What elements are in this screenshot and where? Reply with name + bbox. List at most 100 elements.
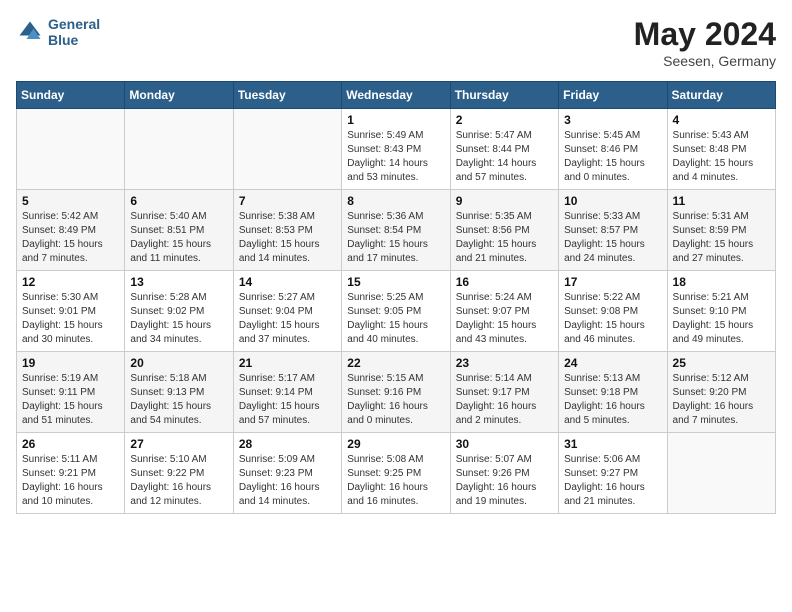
calendar-cell: 14 Sunrise: 5:27 AM Sunset: 9:04 PM Dayli… bbox=[233, 271, 341, 352]
day-number: 12 bbox=[22, 275, 119, 289]
calendar-table: SundayMondayTuesdayWednesdayThursdayFrid… bbox=[16, 81, 776, 514]
logo-icon bbox=[16, 18, 44, 46]
day-info: Sunrise: 5:18 AM Sunset: 9:13 PM Dayligh… bbox=[130, 372, 227, 428]
calendar-cell: 5Sunrise: 5:42 AM Sunset: 8:49 PM Daylig… bbox=[17, 190, 125, 271]
day-number: 27 bbox=[130, 437, 227, 451]
calendar-week-3: 12 Sunrise: 5:30 AM Sunset: 9:01 PM Dayli… bbox=[17, 271, 776, 352]
day-info: Sunrise: 5:09 AM Sunset: 9:23 PM Dayligh… bbox=[239, 453, 336, 509]
calendar-cell: 22 Sunrise: 5:15 AM Sunset: 9:16 PM Dayli… bbox=[342, 352, 450, 433]
calendar-cell: 16 Sunrise: 5:24 AM Sunset: 9:07 PM Dayli… bbox=[450, 271, 558, 352]
calendar-cell: 4 Sunrise: 5:43 AM Sunset: 8:48 PM Daylig… bbox=[667, 109, 775, 190]
day-number: 8 bbox=[347, 194, 444, 208]
calendar-cell: 6 Sunrise: 5:40 AM Sunset: 8:51 PM Daylig… bbox=[125, 190, 233, 271]
day-number: 15 bbox=[347, 275, 444, 289]
day-info: Sunrise: 5:33 AM Sunset: 8:57 PM Dayligh… bbox=[564, 210, 661, 266]
day-info: Sunrise: 5:14 AM Sunset: 9:17 PM Dayligh… bbox=[456, 372, 553, 428]
weekday-header-tuesday: Tuesday bbox=[233, 82, 341, 109]
day-number: 9 bbox=[456, 194, 553, 208]
calendar-cell: 13Sunrise: 5:28 AM Sunset: 9:02 PM Dayli… bbox=[125, 271, 233, 352]
calendar-cell: 31Sunrise: 5:06 AM Sunset: 9:27 PM Dayli… bbox=[559, 433, 667, 514]
day-number: 28 bbox=[239, 437, 336, 451]
day-number: 21 bbox=[239, 356, 336, 370]
calendar-week-1: 1 Sunrise: 5:49 AM Sunset: 8:43 PM Daylig… bbox=[17, 109, 776, 190]
day-number: 3 bbox=[564, 113, 661, 127]
calendar-cell bbox=[233, 109, 341, 190]
month-year: May 2024 bbox=[634, 16, 776, 53]
calendar-cell: 20 Sunrise: 5:18 AM Sunset: 9:13 PM Dayli… bbox=[125, 352, 233, 433]
day-info: Sunrise: 5:45 AM Sunset: 8:46 PM Dayligh… bbox=[564, 129, 661, 185]
day-info: Sunrise: 5:27 AM Sunset: 9:04 PM Dayligh… bbox=[239, 291, 336, 347]
day-info: Sunrise: 5:07 AM Sunset: 9:26 PM Dayligh… bbox=[456, 453, 553, 509]
day-number: 2 bbox=[456, 113, 553, 127]
calendar-cell: 25 Sunrise: 5:12 AM Sunset: 9:20 PM Dayli… bbox=[667, 352, 775, 433]
calendar-cell: 19 Sunrise: 5:19 AM Sunset: 9:11 PM Dayli… bbox=[17, 352, 125, 433]
weekday-header-monday: Monday bbox=[125, 82, 233, 109]
calendar-cell: 8 Sunrise: 5:36 AM Sunset: 8:54 PM Daylig… bbox=[342, 190, 450, 271]
day-number: 30 bbox=[456, 437, 553, 451]
day-info: Sunrise: 5:38 AM Sunset: 8:53 PM Dayligh… bbox=[239, 210, 336, 266]
day-number: 25 bbox=[673, 356, 770, 370]
title-block: May 2024 Seesen, Germany bbox=[634, 16, 776, 69]
day-number: 4 bbox=[673, 113, 770, 127]
day-number: 29 bbox=[347, 437, 444, 451]
calendar-cell: 30 Sunrise: 5:07 AM Sunset: 9:26 PM Dayli… bbox=[450, 433, 558, 514]
calendar-cell: 29 Sunrise: 5:08 AM Sunset: 9:25 PM Dayli… bbox=[342, 433, 450, 514]
calendar-week-5: 26Sunrise: 5:11 AM Sunset: 9:21 PM Dayli… bbox=[17, 433, 776, 514]
day-info: Sunrise: 5:17 AM Sunset: 9:14 PM Dayligh… bbox=[239, 372, 336, 428]
day-info: Sunrise: 5:08 AM Sunset: 9:25 PM Dayligh… bbox=[347, 453, 444, 509]
day-info: Sunrise: 5:31 AM Sunset: 8:59 PM Dayligh… bbox=[673, 210, 770, 266]
day-number: 31 bbox=[564, 437, 661, 451]
day-number: 14 bbox=[239, 275, 336, 289]
day-info: Sunrise: 5:22 AM Sunset: 9:08 PM Dayligh… bbox=[564, 291, 661, 347]
day-info: Sunrise: 5:24 AM Sunset: 9:07 PM Dayligh… bbox=[456, 291, 553, 347]
day-info: Sunrise: 5:47 AM Sunset: 8:44 PM Dayligh… bbox=[456, 129, 553, 185]
day-number: 1 bbox=[347, 113, 444, 127]
day-info: Sunrise: 5:40 AM Sunset: 8:51 PM Dayligh… bbox=[130, 210, 227, 266]
calendar-week-2: 5Sunrise: 5:42 AM Sunset: 8:49 PM Daylig… bbox=[17, 190, 776, 271]
day-info: Sunrise: 5:36 AM Sunset: 8:54 PM Dayligh… bbox=[347, 210, 444, 266]
day-number: 7 bbox=[239, 194, 336, 208]
day-info: Sunrise: 5:28 AM Sunset: 9:02 PM Dayligh… bbox=[130, 291, 227, 347]
day-info: Sunrise: 5:43 AM Sunset: 8:48 PM Dayligh… bbox=[673, 129, 770, 185]
day-number: 6 bbox=[130, 194, 227, 208]
day-number: 10 bbox=[564, 194, 661, 208]
page-header: General Blue May 2024 Seesen, Germany bbox=[16, 16, 776, 69]
day-info: Sunrise: 5:10 AM Sunset: 9:22 PM Dayligh… bbox=[130, 453, 227, 509]
calendar-cell: 3 Sunrise: 5:45 AM Sunset: 8:46 PM Daylig… bbox=[559, 109, 667, 190]
day-info: Sunrise: 5:19 AM Sunset: 9:11 PM Dayligh… bbox=[22, 372, 119, 428]
day-number: 19 bbox=[22, 356, 119, 370]
calendar-cell: 10 Sunrise: 5:33 AM Sunset: 8:57 PM Dayli… bbox=[559, 190, 667, 271]
day-info: Sunrise: 5:13 AM Sunset: 9:18 PM Dayligh… bbox=[564, 372, 661, 428]
logo: General Blue bbox=[16, 16, 100, 48]
calendar-cell: 23 Sunrise: 5:14 AM Sunset: 9:17 PM Dayli… bbox=[450, 352, 558, 433]
weekday-header-sunday: Sunday bbox=[17, 82, 125, 109]
calendar-cell bbox=[667, 433, 775, 514]
day-info: Sunrise: 5:25 AM Sunset: 9:05 PM Dayligh… bbox=[347, 291, 444, 347]
calendar-cell bbox=[17, 109, 125, 190]
day-number: 26 bbox=[22, 437, 119, 451]
day-number: 11 bbox=[673, 194, 770, 208]
day-number: 18 bbox=[673, 275, 770, 289]
day-info: Sunrise: 5:49 AM Sunset: 8:43 PM Dayligh… bbox=[347, 129, 444, 185]
day-number: 22 bbox=[347, 356, 444, 370]
calendar-cell: 15 Sunrise: 5:25 AM Sunset: 9:05 PM Dayli… bbox=[342, 271, 450, 352]
calendar-cell: 9Sunrise: 5:35 AM Sunset: 8:56 PM Daylig… bbox=[450, 190, 558, 271]
day-number: 20 bbox=[130, 356, 227, 370]
day-number: 17 bbox=[564, 275, 661, 289]
calendar-cell: 24Sunrise: 5:13 AM Sunset: 9:18 PM Dayli… bbox=[559, 352, 667, 433]
location: Seesen, Germany bbox=[634, 53, 776, 69]
calendar-cell: 26Sunrise: 5:11 AM Sunset: 9:21 PM Dayli… bbox=[17, 433, 125, 514]
calendar-cell: 11 Sunrise: 5:31 AM Sunset: 8:59 PM Dayli… bbox=[667, 190, 775, 271]
day-info: Sunrise: 5:12 AM Sunset: 9:20 PM Dayligh… bbox=[673, 372, 770, 428]
day-number: 16 bbox=[456, 275, 553, 289]
day-info: Sunrise: 5:15 AM Sunset: 9:16 PM Dayligh… bbox=[347, 372, 444, 428]
logo-text: General Blue bbox=[48, 16, 100, 48]
day-number: 5 bbox=[22, 194, 119, 208]
weekday-header-wednesday: Wednesday bbox=[342, 82, 450, 109]
calendar-cell: 12 Sunrise: 5:30 AM Sunset: 9:01 PM Dayli… bbox=[17, 271, 125, 352]
calendar-cell: 21 Sunrise: 5:17 AM Sunset: 9:14 PM Dayli… bbox=[233, 352, 341, 433]
day-info: Sunrise: 5:30 AM Sunset: 9:01 PM Dayligh… bbox=[22, 291, 119, 347]
day-number: 23 bbox=[456, 356, 553, 370]
calendar-cell: 28 Sunrise: 5:09 AM Sunset: 9:23 PM Dayli… bbox=[233, 433, 341, 514]
calendar-cell: 27 Sunrise: 5:10 AM Sunset: 9:22 PM Dayli… bbox=[125, 433, 233, 514]
